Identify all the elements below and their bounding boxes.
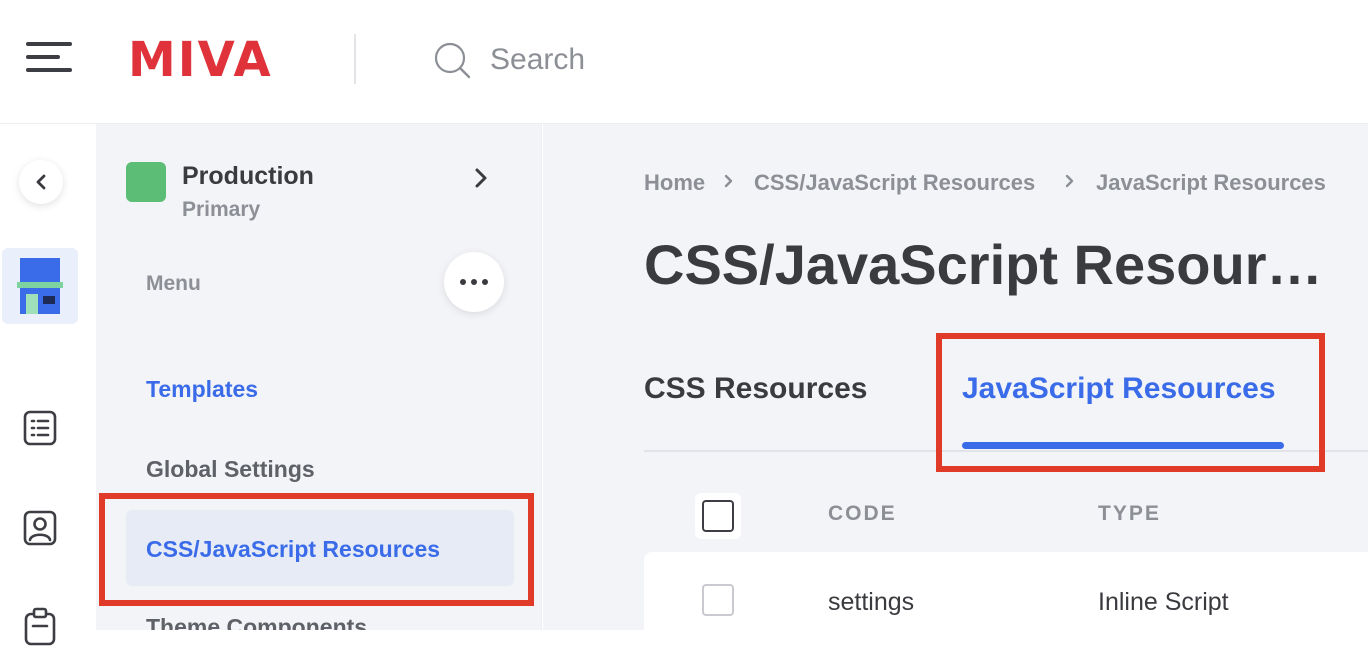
store-sidebar: Production Primary Menu Templates Global…	[96, 124, 542, 630]
breadcrumb-javascript-resources: JavaScript Resources	[1096, 170, 1326, 195]
page-title: CSS/JavaScript Resources	[644, 233, 1334, 296]
breadcrumb-chevron-icon	[724, 174, 733, 188]
orders-icon[interactable]	[20, 408, 60, 448]
tab-css-resources[interactable]: CSS Resources	[644, 372, 867, 406]
clipboard-icon[interactable]	[20, 606, 60, 646]
dot-icon	[482, 279, 488, 285]
collapse-sidebar-button[interactable]	[19, 160, 63, 204]
tab-javascript-resources[interactable]: JavaScript Resources	[962, 372, 1276, 406]
customers-icon[interactable]	[20, 508, 60, 548]
storefront-icon	[17, 258, 63, 314]
sidebar-item-css-javascript-resources[interactable]: CSS/JavaScript Resources	[146, 536, 440, 563]
table-row[interactable]: settings Inline Script	[644, 552, 1368, 642]
storefront-nav-button[interactable]	[2, 248, 78, 324]
breadcrumb-home[interactable]: Home	[644, 170, 705, 196]
menu-heading: Menu	[146, 272, 201, 295]
chevron-right-icon[interactable]	[470, 166, 492, 190]
column-header-code[interactable]: CODE	[828, 502, 897, 526]
breadcrumb-css-javascript-resources[interactable]: CSS/JavaScript Resources	[754, 170, 1035, 196]
row-checkbox[interactable]	[702, 584, 734, 616]
sidebar-item-global-settings[interactable]: Global Settings	[146, 456, 315, 483]
store-name[interactable]: Production	[182, 162, 314, 191]
sidebar-item-theme-components[interactable]: Theme Components	[146, 614, 367, 630]
search-icon	[434, 42, 471, 79]
cell-code: settings	[828, 588, 915, 616]
main-content: Home CSS/JavaScript Resources JavaScript…	[543, 124, 1368, 642]
active-tab-indicator	[962, 442, 1284, 449]
top-bar-divider	[354, 34, 356, 84]
hamburger-menu-icon[interactable]	[26, 42, 72, 74]
column-header-type[interactable]: TYPE	[1098, 502, 1161, 526]
sidebar-item-templates[interactable]: Templates	[146, 376, 258, 403]
store-color-swatch	[126, 162, 166, 202]
dot-icon	[471, 279, 477, 285]
breadcrumb-chevron-icon	[1065, 174, 1074, 188]
logo-text: MIVA	[128, 32, 273, 88]
tabs-divider	[644, 450, 1368, 452]
select-all-checkbox[interactable]	[695, 493, 741, 539]
checkbox-box	[702, 500, 734, 532]
chevron-left-icon	[36, 174, 46, 190]
cell-type: Inline Script	[1098, 588, 1229, 616]
more-options-button[interactable]	[444, 252, 504, 312]
search-input[interactable]	[490, 38, 990, 82]
dot-icon	[460, 279, 466, 285]
miva-logo[interactable]: MIVA	[128, 36, 273, 84]
top-bar: MIVA	[0, 0, 1368, 124]
store-subtitle: Primary	[182, 198, 261, 221]
